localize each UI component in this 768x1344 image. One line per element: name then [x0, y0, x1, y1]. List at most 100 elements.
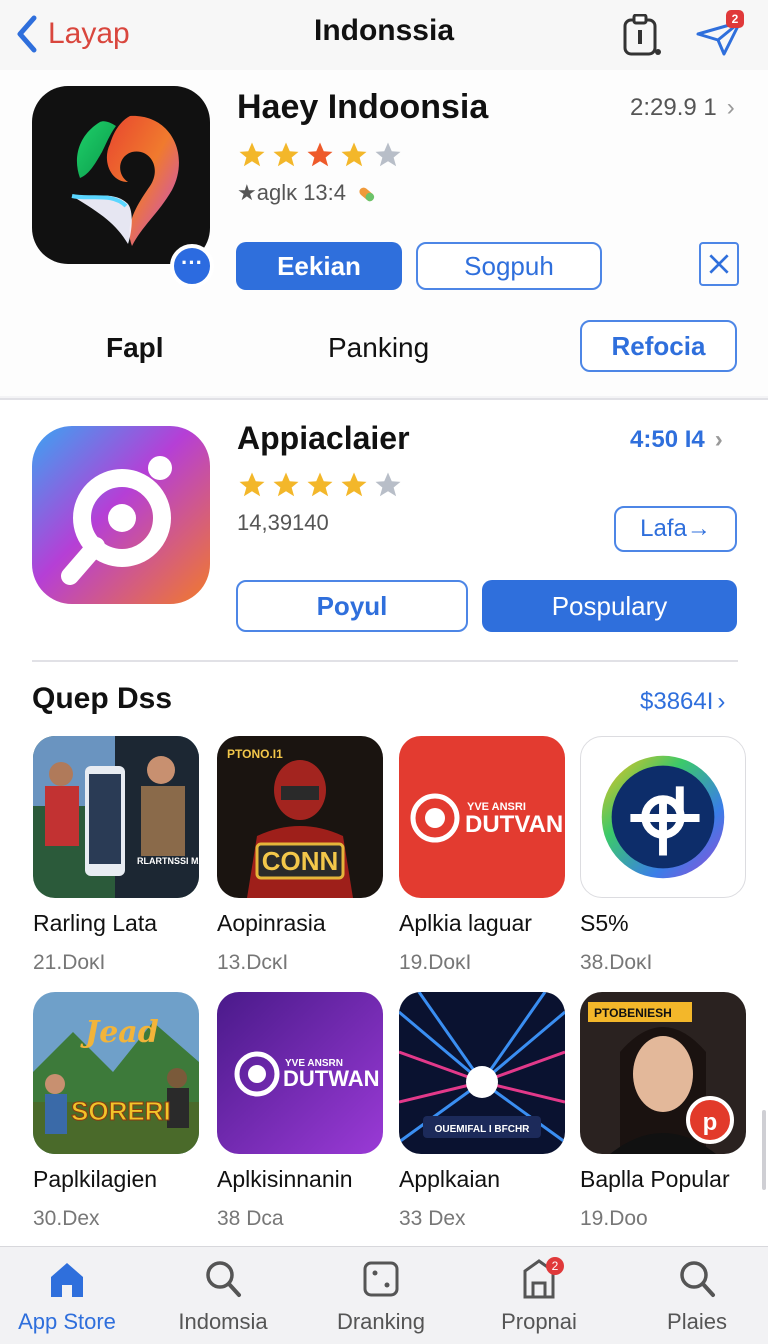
more-options-button[interactable]: ··· — [170, 244, 214, 288]
star-empty-icon — [375, 142, 401, 167]
purple-brand-thumbnail-icon: YVE ANSRN DUTWAN — [217, 992, 383, 1154]
app-thumbnail — [580, 736, 746, 898]
app-thumbnail: OUEMIFAL I BFCHR — [399, 992, 565, 1154]
info-icon — [623, 13, 661, 56]
secondary-button[interactable]: Sogpuh — [416, 242, 602, 290]
tab-indomsia[interactable]: Indomsia — [148, 1257, 298, 1335]
lafa-button[interactable]: Lafa→ — [614, 506, 737, 552]
second-app-icon[interactable] — [32, 426, 210, 604]
tab-badge: 2 — [546, 1257, 564, 1275]
app-name: Aopinrasia — [217, 910, 326, 936]
adventure-game-thumbnail-icon: Jead SORERI — [33, 992, 199, 1154]
search-icon — [680, 1261, 715, 1297]
app-size: 30.Dex — [33, 1207, 100, 1230]
scrollbar[interactable] — [762, 1110, 766, 1190]
app-thumbnail: Jead SORERI — [33, 992, 199, 1154]
grid-app-item[interactable]: CONN PTONO.I1 Aopinrasia 13.DcĸI — [217, 736, 387, 975]
thumbnail-caption: CONN — [262, 846, 339, 876]
see-all-link[interactable]: $3864I › — [640, 688, 725, 716]
app-name: Aplkisinnanin — [217, 1166, 353, 1192]
app-size: 21.DoĸI — [33, 951, 106, 974]
star-icon — [273, 472, 299, 497]
home-icon — [51, 1263, 83, 1297]
app-name: Rarling Lata — [33, 910, 158, 936]
tab-panking[interactable]: Panking — [328, 332, 429, 364]
thumbnail-caption: DUTVAN — [465, 811, 563, 838]
time-value: 2:29.9 1 — [630, 94, 717, 121]
app-thumbnail: YVE ANSRN DUTWAN — [217, 992, 383, 1154]
see-all-label: $3864I — [640, 688, 714, 715]
featured-app-title: Haey Indoonsia — [237, 88, 489, 126]
thumbnail-caption: OUEMIFAL I BFCHR — [435, 1124, 531, 1135]
get-button[interactable]: Eekian — [236, 242, 402, 290]
star-empty-icon — [375, 472, 401, 497]
tab-plaies[interactable]: Plaies — [622, 1257, 768, 1335]
grid-app-item[interactable]: S5% 38.DoĸI — [580, 736, 750, 975]
grid-app-item[interactable]: PTOBENIESH p Baplla Popular 19.Doo — [580, 992, 750, 1231]
time-value: 4:50 I4 — [630, 426, 705, 453]
app-size: 38 Dca — [217, 1207, 284, 1230]
divider — [32, 660, 738, 662]
refocia-button[interactable]: Refocia — [580, 320, 737, 372]
thumbnail-caption: RLARTNSSI MAINNRS — [137, 856, 199, 866]
meta-text: ★aglĸ 13:4 — [237, 180, 347, 205]
app-name: S5% — [580, 910, 629, 936]
top-navigation-bar: Layap Indonssia 2 — [0, 0, 768, 70]
star-icon — [307, 472, 333, 497]
chevron-right-icon: › — [726, 94, 735, 121]
magnifier-logo-icon — [32, 426, 210, 604]
thumbnail-tag: PTONO.I1 — [227, 747, 283, 761]
app-size: 33 Dex — [399, 1207, 466, 1230]
featured-app-time[interactable]: 2:29.9 1 › — [630, 94, 735, 122]
chevron-right-icon: › — [714, 426, 723, 453]
p-logo-icon: p — [703, 1109, 718, 1136]
poyul-button[interactable]: Poyul — [236, 580, 468, 632]
bottom-tab-bar: App Store Indomsia Dranking 2 Propnai Pl… — [0, 1246, 768, 1344]
light-tunnel-thumbnail-icon: OUEMIFAL I BFCHR — [399, 992, 565, 1154]
featured-app-card: ··· Haey Indoonsia 2:29.9 1 › ★aglĸ 13:4 … — [0, 70, 768, 396]
close-icon — [709, 254, 729, 274]
second-app-time[interactable]: 4:50 I4 › — [630, 426, 723, 454]
tab-label: Propnai — [501, 1309, 577, 1334]
star-icon — [307, 142, 333, 167]
ring-logo-thumbnail-icon — [601, 755, 725, 879]
rating-stars — [237, 470, 403, 500]
app-listing-section: Appiaclaier 4:50 I4 › 14,39140 Lafa→ Poyu… — [0, 398, 768, 1246]
rating-stars — [237, 140, 403, 170]
star-icon — [239, 142, 265, 167]
grid-app-item[interactable]: YVE ANSRN DUTWAN Aplkisinnanin 38 Dca — [217, 992, 387, 1231]
grid-app-item[interactable]: OUEMIFAL I BFCHR Applkaian 33 Dex — [399, 992, 569, 1231]
star-icon — [341, 142, 367, 167]
app-size: 19.DoĸI — [399, 951, 472, 974]
thumbnail-caption: SORERI — [71, 1096, 171, 1126]
tab-app-store[interactable]: App Store — [0, 1257, 142, 1335]
red-brand-thumbnail-icon: YVE ANSRI DUTVAN — [399, 736, 565, 898]
section-title: Quep Dss — [32, 682, 173, 715]
star-icon — [273, 142, 299, 167]
thumbnail-tag: PTOBENIESH — [594, 1006, 672, 1020]
star-icon — [341, 472, 367, 497]
app-thumbnail: CONN PTONO.I1 — [217, 736, 383, 898]
featured-app-icon[interactable] — [32, 86, 210, 264]
second-app-title: Appiaclaier — [237, 420, 410, 456]
dice-icon — [363, 1261, 399, 1297]
app-size: 13.DcĸI — [217, 951, 289, 974]
grid-app-item[interactable]: RLARTNSSI MAINNRS Rarling Lata 21.DoĸI — [33, 736, 203, 975]
app-name: Baplla Popular — [580, 1166, 730, 1192]
tab-dranking[interactable]: Dranking — [306, 1257, 456, 1335]
hero-character-thumbnail-icon: CONN PTONO.I1 — [217, 736, 383, 898]
chevron-right-icon: › — [717, 688, 726, 715]
grid-app-item[interactable]: Jead SORERI Paplkilagien 30.Dex — [33, 992, 203, 1231]
popular-button[interactable]: Pospulary — [482, 580, 737, 632]
info-button[interactable] — [620, 13, 664, 58]
send-button[interactable]: 2 — [694, 10, 746, 58]
featured-app-meta: ★aglĸ 13:4 — [237, 180, 378, 206]
grid-app-item[interactable]: YVE ANSRI DUTVAN Aplkia laguar 19.DoĸI — [399, 736, 569, 975]
tab-propnai[interactable]: 2 Propnai — [464, 1257, 614, 1335]
search-icon — [206, 1261, 241, 1297]
star-icon — [239, 472, 265, 497]
tab-fapl[interactable]: Fapl — [106, 332, 164, 364]
app-name: Applkaian — [399, 1166, 501, 1192]
close-button[interactable] — [699, 242, 739, 286]
app-thumbnail: PTOBENIESH p — [580, 992, 746, 1154]
